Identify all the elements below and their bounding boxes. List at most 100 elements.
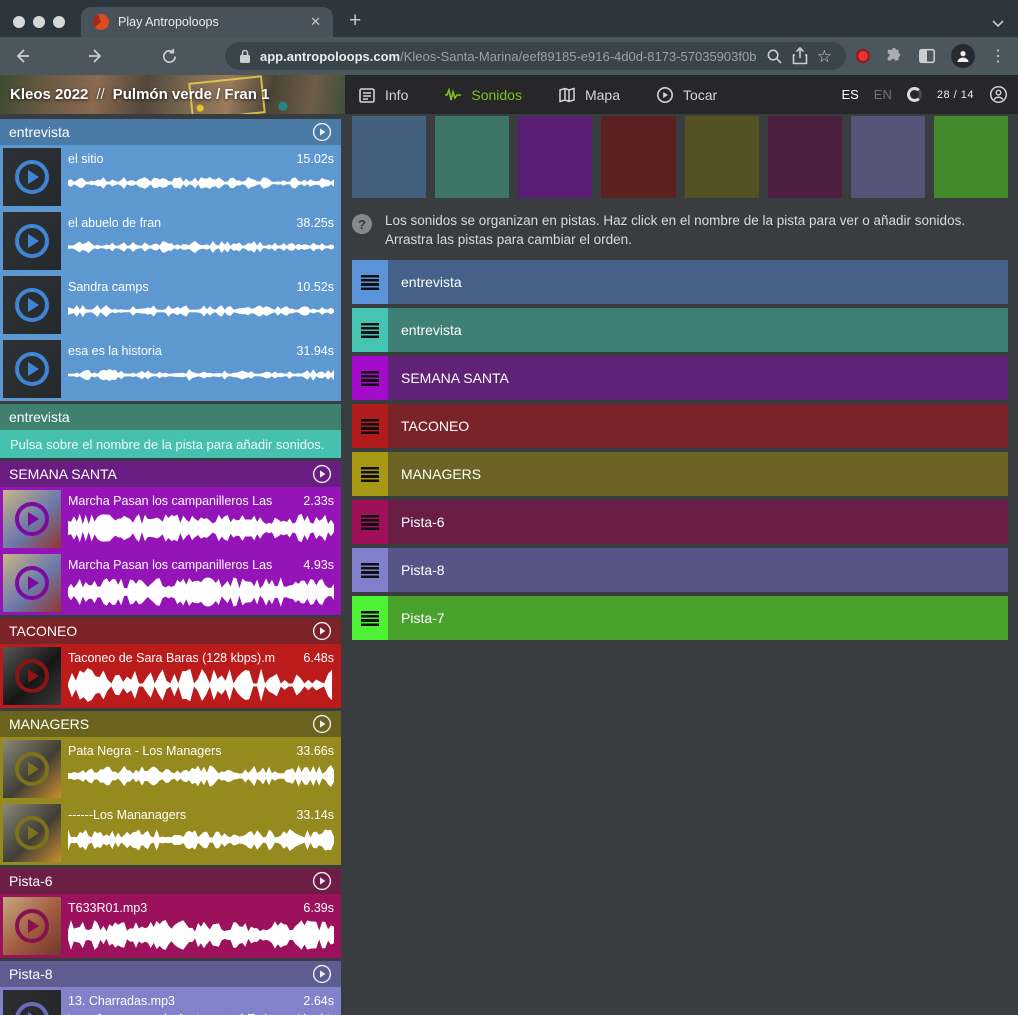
- clip-row[interactable]: 13. Charradas.mp32.64s: [0, 987, 341, 1015]
- clip-thumbnail[interactable]: [3, 490, 61, 548]
- track-row[interactable]: TACONEO: [352, 404, 1008, 448]
- track-play-button[interactable]: [312, 871, 332, 891]
- track-play-button[interactable]: [312, 714, 332, 734]
- zoom-window-button[interactable]: [53, 16, 65, 28]
- drag-handle[interactable]: [352, 260, 388, 304]
- nav-tab-tocar[interactable]: Tocar: [656, 86, 717, 104]
- star-icon[interactable]: ☆: [817, 48, 832, 65]
- clip-row[interactable]: esa es la historia31.94s: [0, 337, 341, 401]
- lang-es-button[interactable]: ES: [841, 87, 858, 102]
- nav-tab-mapa[interactable]: Mapa: [558, 86, 620, 104]
- track-color-swatch[interactable]: [934, 116, 1008, 198]
- search-icon[interactable]: [766, 48, 783, 65]
- menu-icon[interactable]: ⋮: [990, 46, 1006, 66]
- track-row[interactable]: SEMANA SANTA: [352, 356, 1008, 400]
- track-row-body[interactable]: entrevista: [388, 260, 1008, 304]
- track-color-swatch[interactable]: [601, 116, 675, 198]
- side-panel-icon[interactable]: [918, 47, 936, 65]
- clip-thumbnail[interactable]: [3, 148, 61, 206]
- track-play-button[interactable]: [312, 621, 332, 641]
- track-header[interactable]: entrevista: [0, 404, 341, 430]
- clip-waveform: [68, 177, 334, 189]
- track-row-body[interactable]: Pista-6: [388, 500, 1008, 544]
- close-window-button[interactable]: [13, 16, 25, 28]
- track-header[interactable]: Pista-6: [0, 868, 341, 894]
- track-row-body[interactable]: Pista-7: [388, 596, 1008, 640]
- clip-thumbnail[interactable]: [3, 554, 61, 612]
- drag-handle[interactable]: [352, 596, 388, 640]
- drag-handle[interactable]: [352, 452, 388, 496]
- drag-handle[interactable]: [352, 500, 388, 544]
- track-color-swatch[interactable]: [518, 116, 592, 198]
- new-tab-button[interactable]: +: [349, 9, 361, 33]
- clip-thumbnail[interactable]: [3, 897, 61, 955]
- tab-search-chevron-icon[interactable]: [992, 20, 1004, 27]
- clip-row[interactable]: Marcha Pasan los campanilleros Las Mejor…: [0, 487, 341, 551]
- track-row[interactable]: Pista-8: [352, 548, 1008, 592]
- drag-handle[interactable]: [352, 548, 388, 592]
- clip-row[interactable]: el sitio15.02s: [0, 145, 341, 209]
- track-row[interactable]: Pista-7: [352, 596, 1008, 640]
- track-row-body[interactable]: TACONEO: [388, 404, 1008, 448]
- track-row-label: entrevista: [401, 274, 462, 290]
- track-play-button[interactable]: [312, 964, 332, 984]
- nav-tab-info[interactable]: Info: [358, 86, 408, 104]
- clip-thumbnail[interactable]: [3, 804, 61, 862]
- clip-row[interactable]: T633R01.mp36.39s: [0, 894, 341, 958]
- track-header[interactable]: SEMANA SANTA: [0, 461, 341, 487]
- track-play-button[interactable]: [312, 464, 332, 484]
- help-icon[interactable]: ?: [352, 214, 372, 234]
- clip-row[interactable]: ------Los Mananagers33.14s: [0, 801, 341, 865]
- drag-handle[interactable]: [352, 404, 388, 448]
- record-extension-icon[interactable]: [856, 49, 870, 63]
- track-color-swatch[interactable]: [768, 116, 842, 198]
- track-header[interactable]: MANAGERS: [0, 711, 341, 737]
- clip-row[interactable]: el abuelo de fran38.25s: [0, 209, 341, 273]
- clip-thumbnail[interactable]: [3, 340, 61, 398]
- profile-icon[interactable]: [951, 44, 975, 68]
- close-tab-icon[interactable]: ✕: [310, 14, 321, 30]
- sidebar-track: SEMANA SANTAMarcha Pasan los campaniller…: [0, 461, 341, 615]
- clip-row[interactable]: Taconeo de Sara Baras (128 kbps).mp36.48…: [0, 644, 341, 708]
- drag-handle[interactable]: [352, 356, 388, 400]
- track-row[interactable]: entrevista: [352, 308, 1008, 352]
- lang-en-button[interactable]: EN: [874, 87, 892, 102]
- account-icon[interactable]: [989, 85, 1008, 104]
- track-color-swatch[interactable]: [435, 116, 509, 198]
- minimize-window-button[interactable]: [33, 16, 45, 28]
- track-color-swatch[interactable]: [851, 116, 925, 198]
- forward-arrow-icon[interactable]: [86, 46, 106, 66]
- track-row-body[interactable]: MANAGERS: [388, 452, 1008, 496]
- reload-icon[interactable]: [160, 47, 179, 66]
- clip-row[interactable]: Sandra camps10.52s: [0, 273, 341, 337]
- clip-thumbnail[interactable]: [3, 212, 61, 270]
- track-row[interactable]: MANAGERS: [352, 452, 1008, 496]
- track-row-body[interactable]: SEMANA SANTA: [388, 356, 1008, 400]
- clip-thumbnail[interactable]: [3, 990, 61, 1015]
- clip-thumbnail[interactable]: [3, 740, 61, 798]
- window-controls[interactable]: [13, 16, 65, 28]
- browser-tab[interactable]: Play Antropoloops ✕: [81, 7, 333, 37]
- track-row-body[interactable]: Pista-8: [388, 548, 1008, 592]
- extensions-icon[interactable]: [885, 47, 903, 65]
- nav-tab-sonidos[interactable]: Sonidos: [444, 86, 522, 104]
- clip-thumbnail[interactable]: [3, 276, 61, 334]
- back-arrow-icon[interactable]: [12, 46, 32, 66]
- track-color-swatch[interactable]: [352, 116, 426, 198]
- breadcrumb-path: Pulmón verde / Fran 1: [113, 86, 270, 103]
- track-header[interactable]: Pista-8: [0, 961, 341, 987]
- share-icon[interactable]: [792, 47, 808, 65]
- track-row[interactable]: entrevista: [352, 260, 1008, 304]
- track-header[interactable]: entrevista: [0, 119, 341, 145]
- clip-row[interactable]: Pata Negra - Los Managers33.66s: [0, 737, 341, 801]
- track-row-body[interactable]: entrevista: [388, 308, 1008, 352]
- address-bar[interactable]: app.antropoloops.com/Kleos-Santa-Marina/…: [225, 42, 846, 70]
- clip-thumbnail[interactable]: [3, 647, 61, 705]
- clip-row[interactable]: Marcha Pasan los campanilleros Las Mejor…: [0, 551, 341, 615]
- track-row[interactable]: Pista-6: [352, 500, 1008, 544]
- drag-handle[interactable]: [352, 308, 388, 352]
- track-play-button[interactable]: [312, 122, 332, 142]
- track-name: entrevista: [9, 409, 70, 425]
- track-color-swatch[interactable]: [685, 116, 759, 198]
- track-header[interactable]: TACONEO: [0, 618, 341, 644]
